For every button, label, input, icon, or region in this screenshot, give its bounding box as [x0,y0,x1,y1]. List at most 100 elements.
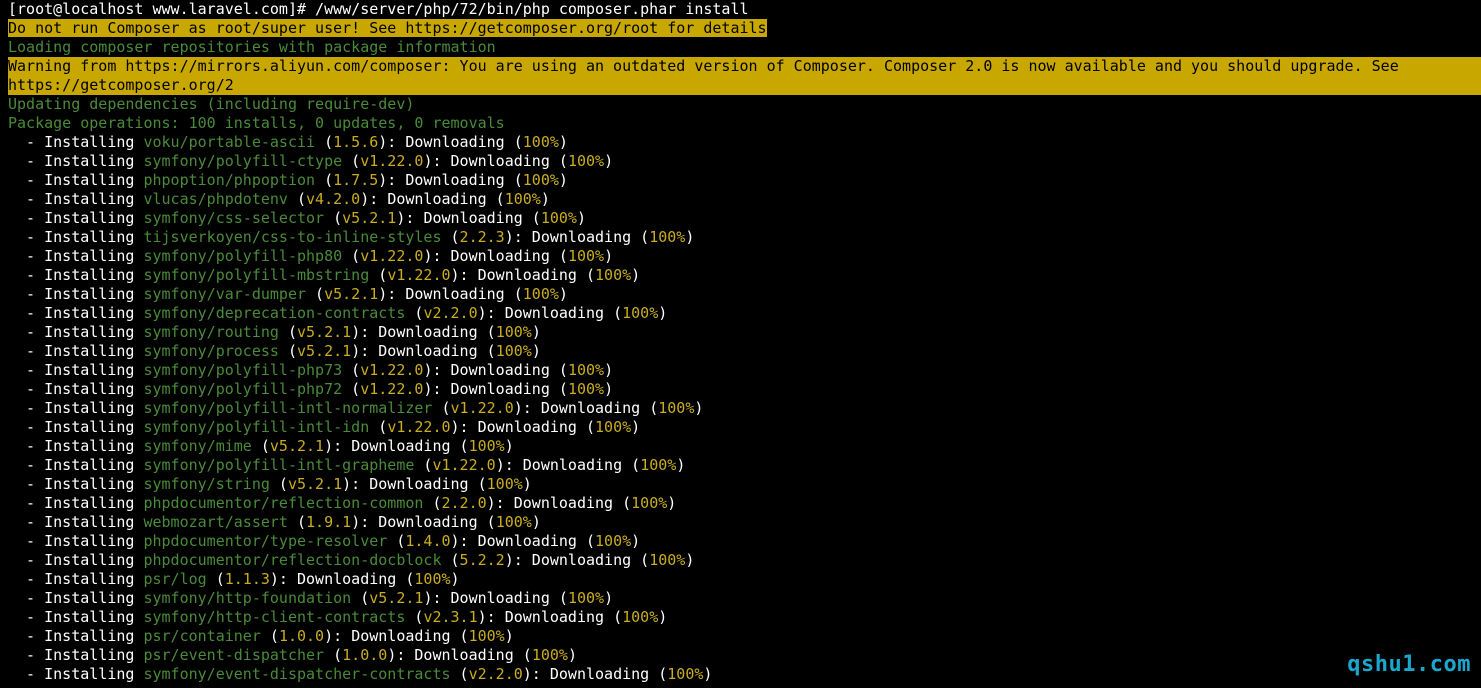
install-prefix: - Installing [8,456,144,474]
package-name: symfony/deprecation-contracts [143,304,406,322]
package-name: psr/event-dispatcher [143,646,325,664]
install-prefix: - Installing [8,551,144,569]
download-percent: 100% [567,361,605,379]
package-version: v2.2.0 [468,665,523,683]
package-version: 5.2.2 [459,551,505,569]
install-prefix: - Installing [8,171,144,189]
download-status: Downloading [405,133,505,151]
install-prefix: - Installing [8,304,144,322]
package-version: v5.2.1 [369,589,424,607]
download-percent: 100% [495,342,532,360]
download-status: Downloading [504,304,605,322]
package-version: v1.22.0 [387,266,451,284]
package-name: phpdocumentor/type-resolver [143,532,388,550]
package-version: 1.0.0 [278,627,325,645]
package-name: symfony/event-dispatcher-contracts [143,665,451,683]
install-line: - Installing symfony/polyfill-php73 (v1.… [8,361,614,379]
install-prefix: - Installing [8,665,144,683]
download-percent: 100% [567,589,605,607]
package-name: phpdocumentor/reflection-common [143,494,424,512]
package-name: psr/container [143,627,261,645]
install-line: - Installing psr/container (1.0.0): Down… [8,627,514,645]
package-version: v5.2.1 [269,437,325,455]
download-status: Downloading [531,551,632,569]
download-status: Downloading [423,209,523,227]
install-prefix: - Installing [8,285,144,303]
package-name: symfony/polyfill-php72 [143,380,343,398]
install-prefix: - Installing [8,209,144,227]
install-prefix: - Installing [8,475,144,493]
download-percent: 100% [468,437,505,455]
download-percent: 100% [531,646,568,664]
mirror-warning-text-1: Warning from https://mirrors.aliyun.com/… [8,57,1481,76]
install-prefix: - Installing [8,589,144,607]
install-line: - Installing symfony/http-foundation (v5… [8,589,614,607]
download-percent: 100% [567,152,605,170]
package-name: phpoption/phpoption [143,171,316,189]
install-line: - Installing phpdocumentor/reflection-do… [8,551,695,569]
mirror-warning-line-1: Warning from https://mirrors.aliyun.com/… [3,57,1481,76]
install-prefix: - Installing [8,247,144,265]
install-prefix: - Installing [8,361,144,379]
package-version: 2.2.0 [441,494,487,512]
package-name: tijsverkoyen/css-to-inline-styles [143,228,442,246]
package-version: 2.2.3 [459,228,505,246]
operations-summary: Package operations: 100 installs, 0 upda… [8,114,505,132]
download-percent: 100% [667,665,704,683]
package-name: symfony/css-selector [143,209,325,227]
install-line: - Installing phpdocumentor/type-resolver… [8,532,641,550]
install-prefix: - Installing [8,570,144,588]
download-status: Downloading [378,342,478,360]
download-status: Downloading [369,475,469,493]
download-status: Downloading [450,361,550,379]
install-prefix: - Installing [8,494,144,512]
download-status: Downloading [450,247,550,265]
download-percent: 100% [640,456,677,474]
download-status: Downloading [477,266,577,284]
package-version: v5.2.1 [297,342,352,360]
download-percent: 100% [540,209,577,227]
package-version: v2.2.0 [423,304,478,322]
install-prefix: - Installing [8,152,144,170]
install-line: - Installing vlucas/phpdotenv (v4.2.0): … [8,190,550,208]
package-version: v1.22.0 [387,418,451,436]
install-line: - Installing symfony/polyfill-intl-graph… [8,456,686,474]
package-name: symfony/polyfill-php73 [143,361,343,379]
install-line: - Installing symfony/polyfill-php72 (v1.… [8,380,614,398]
install-line: - Installing webmozart/assert (1.9.1): D… [8,513,541,531]
install-line: - Installing symfony/process (v5.2.1): D… [8,342,541,360]
package-name: symfony/var-dumper [143,285,307,303]
install-prefix: - Installing [8,513,144,531]
package-version: v5.2.1 [297,323,352,341]
package-version: 1.5.6 [333,133,379,151]
package-name: psr/log [143,570,207,588]
package-version: v4.2.0 [306,190,361,208]
install-prefix: - Installing [8,627,144,645]
install-line: - Installing psr/event-dispatcher (1.0.0… [8,646,577,664]
download-percent: 100% [522,133,559,151]
package-name: symfony/polyfill-php80 [143,247,343,265]
site-watermark: qshu1.com [1347,652,1471,677]
download-percent: 100% [658,399,695,417]
install-line: - Installing symfony/polyfill-ctype (v1.… [8,152,614,170]
package-name: webmozart/assert [143,513,288,531]
package-name: voku/portable-ascii [143,133,316,151]
package-name: symfony/process [143,342,279,360]
install-line: - Installing phpoption/phpoption (1.7.5)… [8,171,568,189]
install-prefix: - Installing [8,418,144,436]
install-line: - Installing symfony/routing (v5.2.1): D… [8,323,541,341]
package-name: symfony/http-foundation [143,589,352,607]
download-percent: 100% [486,475,523,493]
terminal-window[interactable]: [root@localhost www.laravel.com]# /www/s… [3,0,1481,688]
package-version: v1.22.0 [360,361,424,379]
command-line: [root@localhost www.laravel.com]# /www/s… [3,0,1481,19]
package-name: symfony/http-client-contracts [143,608,406,626]
download-percent: 100% [595,418,632,436]
install-line: - Installing tijsverkoyen/css-to-inline-… [8,228,695,246]
package-name: symfony/mime [143,437,252,455]
package-name: symfony/routing [143,323,279,341]
download-status: Downloading [531,228,632,246]
download-percent: 100% [522,285,559,303]
install-prefix: - Installing [8,133,144,151]
package-version: v1.22.0 [432,456,496,474]
